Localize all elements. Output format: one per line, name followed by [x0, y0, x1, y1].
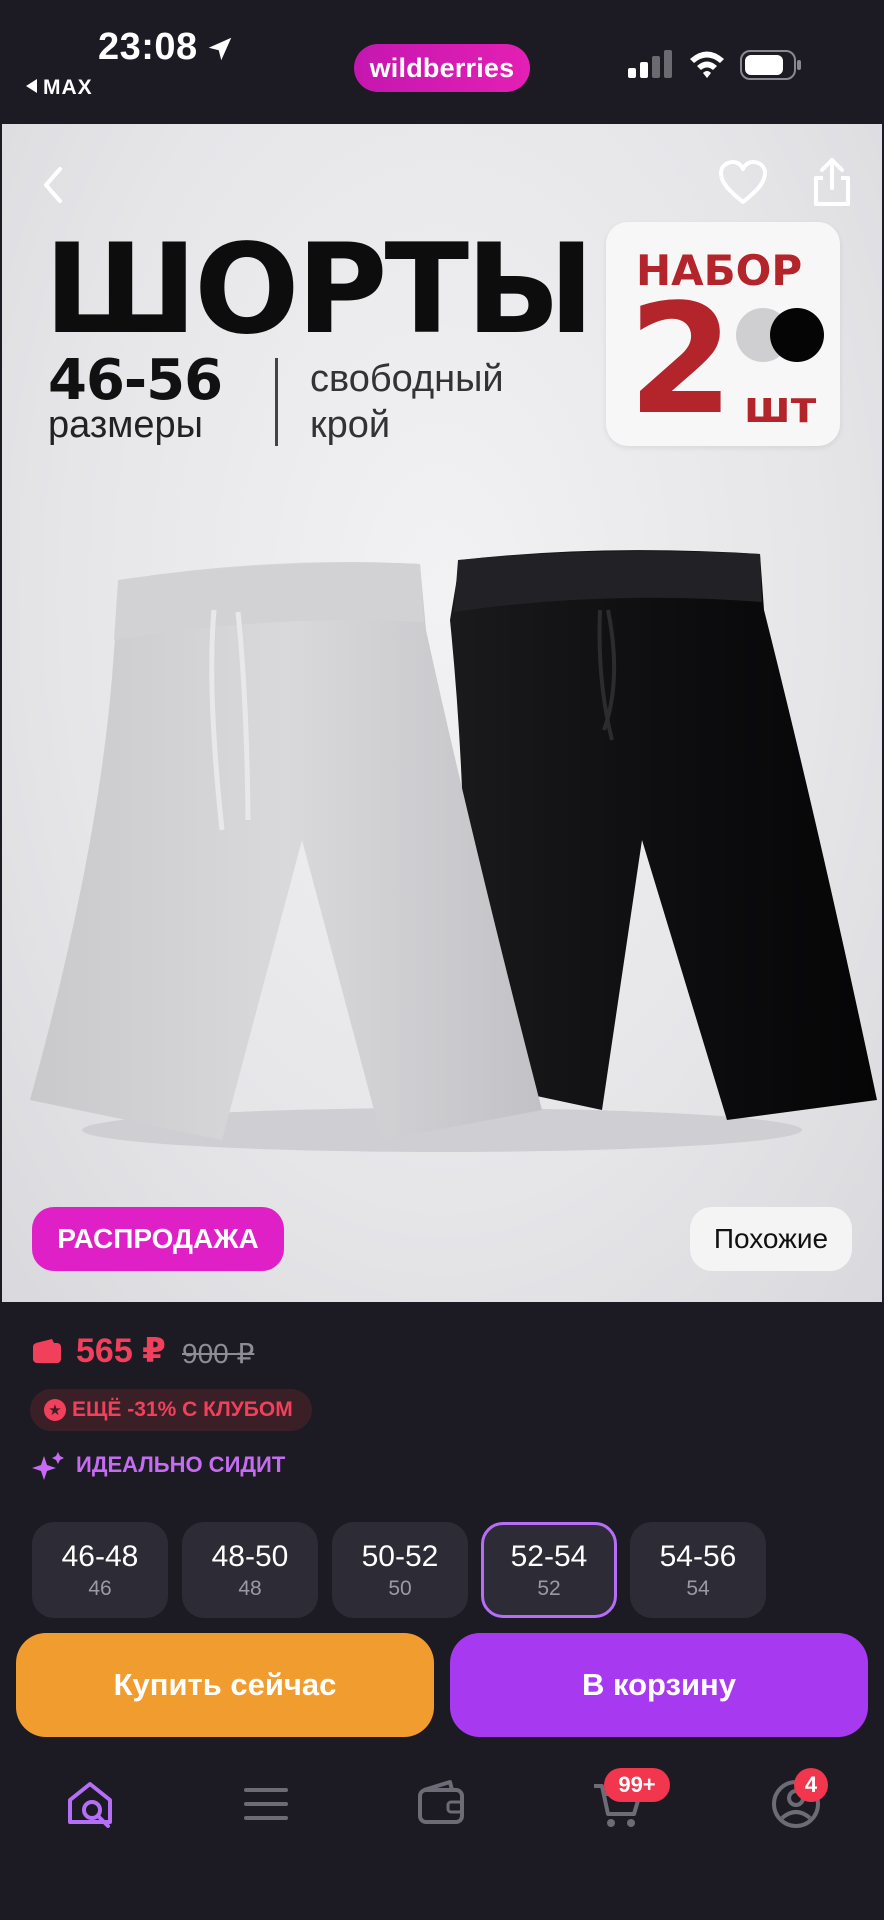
location-arrow-icon: [208, 37, 232, 61]
club-discount-text: ЕЩЁ -31% С КЛУБОМ: [72, 1398, 293, 1421]
banner-sizes-word: размеры: [48, 404, 203, 446]
club-discount-banner[interactable]: ★ ЕЩЁ -31% С КЛУБОМ: [30, 1389, 312, 1431]
banner-fit-line2: крой: [310, 404, 391, 446]
wallet-price-icon: [33, 1339, 61, 1363]
old-price: 900 ₽: [182, 1338, 255, 1369]
banner-divider: [275, 358, 278, 446]
size-label: 50-52: [361, 1539, 439, 1573]
similar-products-button[interactable]: Похожие: [690, 1207, 852, 1271]
sparkles-icon: [32, 1452, 64, 1480]
set-badge-unit: шт: [744, 382, 817, 433]
wallet-icon[interactable]: [414, 1776, 470, 1832]
banner-title: ШОРТЫ: [44, 218, 595, 362]
back-triangle-icon: [26, 79, 37, 93]
size-ru: 50: [388, 1576, 412, 1600]
size-option-48-50[interactable]: 48-50 48: [182, 1522, 318, 1618]
wifi-icon: [690, 51, 724, 78]
star-icon: ★: [44, 1399, 66, 1421]
back-app-label: MAX: [43, 76, 93, 99]
size-ru: 52: [537, 1576, 561, 1600]
size-ru: 46: [88, 1576, 112, 1600]
size-option-54-56[interactable]: 54-56 54: [630, 1522, 766, 1618]
black-color-dot: [770, 308, 824, 362]
size-label: 54-56: [659, 1539, 737, 1573]
menu-icon[interactable]: [238, 1776, 294, 1832]
size-option-46-48[interactable]: 46-48 46: [32, 1522, 168, 1618]
cart-count-badge: 99+: [604, 1768, 670, 1802]
size-option-50-52[interactable]: 50-52 50: [332, 1522, 468, 1618]
shorts-illustration: [30, 550, 877, 1152]
size-ru: 54: [686, 1576, 710, 1600]
sale-badge: РАСПРОДАЖА: [32, 1207, 284, 1271]
home-search-icon[interactable]: [64, 1776, 120, 1832]
battery-icon: [740, 50, 801, 80]
share-icon[interactable]: [810, 156, 854, 208]
back-chevron-icon[interactable]: [38, 165, 68, 205]
buy-now-button[interactable]: Купить сейчас: [16, 1633, 434, 1737]
heart-icon[interactable]: [718, 160, 768, 206]
size-label: 48-50: [211, 1539, 289, 1573]
size-label: 52-54: [510, 1539, 588, 1573]
set-badge-count: 2: [628, 271, 734, 448]
current-price: 565 ₽: [76, 1332, 166, 1370]
fit-note[interactable]: ИДЕАЛЬНО СИДИТ: [76, 1452, 285, 1478]
banner-fit-line1: свободный: [310, 358, 504, 400]
status-time: 23:08: [98, 26, 198, 68]
app-brand-pill: wildberries: [354, 44, 530, 92]
profile-notification-badge: 4: [794, 1768, 828, 1802]
size-ru: 48: [238, 1576, 262, 1600]
cellular-signal-icon: [628, 50, 672, 78]
add-to-cart-button[interactable]: В корзину: [450, 1633, 868, 1737]
size-option-52-54-selected[interactable]: 52-54 52: [481, 1522, 617, 1618]
size-label: 46-48: [61, 1539, 139, 1573]
back-to-app-link[interactable]: MAX: [26, 76, 93, 100]
